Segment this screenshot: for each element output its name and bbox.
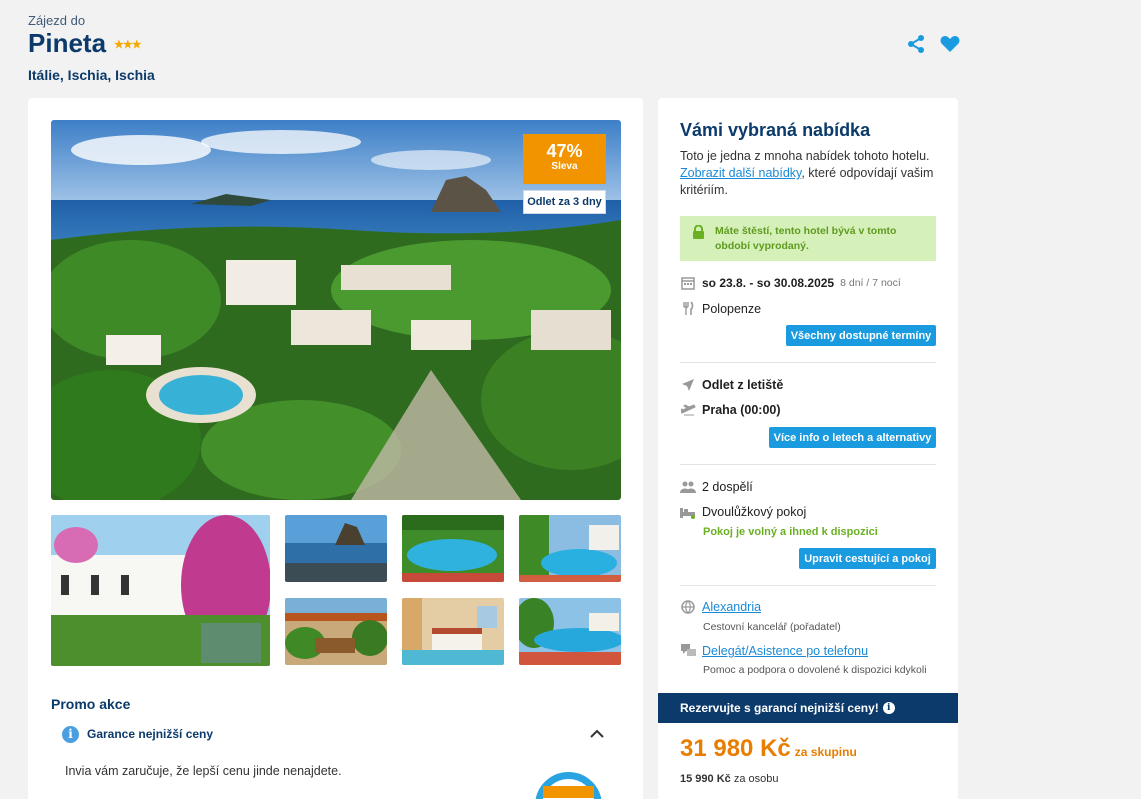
discount-percent: 47% [546,141,583,161]
alert-text: Máte štěstí, tento hotel bývá v tomto ob… [715,225,897,252]
airport-row: Praha (00:00) [680,403,781,417]
reserve-guarantee-bar: Rezervujte s garancí nejnižší ceny! i [658,693,958,723]
thumbnail-5[interactable] [285,598,387,665]
thumbnail-3[interactable] [402,515,504,582]
thumbnail-6[interactable] [402,598,504,665]
info-icon[interactable]: i [882,702,895,714]
bed-icon [680,506,696,519]
all-dates-button[interactable]: Všechny dostupné termíny [786,325,936,346]
info-icon: i [62,725,79,743]
date-row: so 23.8. - so 30.08.2025 8 dní / 7 nocí [680,276,901,290]
plane-icon [680,403,696,417]
agency-description: Cestovní kancelář (pořadatel) [703,621,841,633]
price-per-person: 15 990 Kč za osobu [680,773,778,785]
departure-label: Odlet z letiště [702,378,784,392]
thumbnail-7[interactable] [519,598,621,665]
promo-accordion-header[interactable]: i Garance nejnižší ceny [62,724,612,744]
hotel-name: Pineta [28,28,107,58]
chat-icon [680,644,696,658]
cutlery-icon [680,301,696,316]
header-actions [906,34,960,54]
delegate-description: Pomoc a podpora o dovolené k dispozici k… [703,664,927,676]
calendar-icon [680,276,696,290]
discount-label: Sleva [551,161,578,172]
promo-title: Promo akce [51,696,131,712]
star-rating: ★★★ [114,39,142,51]
heart-icon[interactable] [940,34,960,54]
delegate-link[interactable]: Delegát/Asistence po telefonu [702,644,868,658]
trip-duration: 8 dní / 7 nocí [840,277,901,289]
departure-badge: Odlet za 3 dny [523,190,606,214]
people-icon [680,481,696,493]
divider [680,585,936,586]
price-person-amount: 15 990 Kč [680,773,731,785]
share-icon[interactable] [906,34,926,54]
thumbnail-4[interactable] [519,515,621,582]
reserve-guarantee-text: Rezervujte s garancí nejnižší ceny! [680,701,879,715]
hotel-location[interactable]: Itálie, Ischia, Ischia [28,67,155,83]
hotel-title: Pineta ★★★ [28,28,142,59]
room-row: Dvoulůžkový pokoj [680,505,806,519]
lock-icon [692,224,705,245]
chevron-up-icon[interactable] [590,725,604,743]
trip-dates: so 23.8. - so 30.08.2025 [702,276,835,290]
guarantee-badge [531,762,606,799]
board-type: Polopenze [702,301,762,316]
availability-alert: Máte štěstí, tento hotel bývá v tomto ob… [680,216,936,261]
gallery-card: 47% Sleva Odlet za 3 dny Promo akce i Ga… [28,98,643,799]
more-offers-link[interactable]: Zobrazit další nabídky [680,166,801,180]
offer-intro: Toto je jedna z mnoha nabídek tohoto hot… [680,148,940,199]
offer-intro-text: Toto je jedna z mnoha nabídek tohoto hot… [680,149,930,163]
travelers-count: 2 dospělí [702,480,753,494]
room-availability: Pokoj je volný a ihned k dispozici [703,526,878,538]
divider [680,464,936,465]
trip-subtitle: Zájezd do [28,13,86,28]
thumbnail-1[interactable] [51,515,270,666]
promo-description: Invia vám zaručuje, že lepší cenu jinde … [65,764,342,778]
agency-row: Alexandria [680,600,761,614]
departure-row: Odlet z letiště [680,378,783,392]
divider [680,362,936,363]
agency-link[interactable]: Alexandria [702,600,761,614]
delegate-row: Delegát/Asistence po telefonu [680,644,868,658]
edit-travelers-button[interactable]: Upravit cestující a pokoj [799,548,936,569]
hero-photo[interactable]: 47% Sleva Odlet za 3 dny [51,120,621,500]
price-total: 31 980 Kč za skupinu [680,735,857,763]
price-person-unit: za osobu [733,773,779,785]
departure-airport: Praha (00:00) [702,403,781,417]
travelers-row: 2 dospělí [680,480,753,494]
board-row: Polopenze [680,301,761,316]
discount-badge: 47% Sleva [523,134,606,184]
price-amount: 31 980 Kč [680,735,791,762]
offer-title: Vámi vybraná nabídka [680,120,871,140]
price-unit: za skupinu [794,745,857,759]
thumbnail-2[interactable] [285,515,387,582]
navigation-arrow-icon [680,378,696,392]
offer-card: Vámi vybraná nabídka Toto je jedna z mno… [658,98,958,799]
flights-info-button[interactable]: Více info o letech a alternativy [769,427,936,448]
room-type: Dvoulůžkový pokoj [702,505,807,519]
promo-item-label: Garance nejnižší ceny [87,727,214,741]
globe-icon [680,600,696,614]
